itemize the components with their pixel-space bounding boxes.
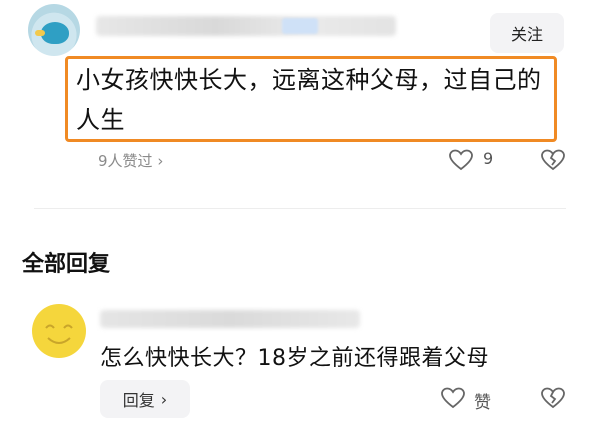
reply-text: 怎么快快长大？18岁之前还得跟着父母 (100, 346, 489, 371)
comment-text: 小女孩快快长大，远离这种父母，过自己的人生 (76, 66, 542, 134)
broken-heart-icon[interactable] (540, 386, 566, 414)
commenter-avatar[interactable] (28, 4, 80, 56)
replies-section-title: 全部回复 (22, 252, 111, 277)
reply-avatar[interactable] (32, 304, 86, 358)
reply-button-label: 回复 (122, 391, 155, 410)
avatar-bird-shape (41, 22, 69, 44)
chevron-right-icon: › (157, 152, 164, 170)
section-divider (34, 208, 566, 209)
reply-button[interactable]: 回复 › (100, 380, 190, 418)
follow-button[interactable]: 关注 (490, 13, 564, 53)
liked-by-text: 9人赞过 (98, 152, 153, 170)
liked-by-link[interactable]: 9人赞过 › (98, 150, 163, 171)
commenter-name-blurred (96, 16, 396, 36)
like-count: 9 (483, 149, 494, 168)
avatar-beak-shape (35, 30, 45, 36)
smiley-face-icon (45, 324, 73, 344)
reply-author-blurred (100, 310, 360, 328)
commenter-badge-blurred (282, 18, 318, 34)
heart-icon[interactable] (448, 148, 474, 176)
heart-icon[interactable] (440, 386, 466, 414)
broken-heart-icon[interactable] (540, 148, 566, 176)
chevron-right-icon: › (160, 389, 168, 409)
like-label[interactable]: 赞 (474, 388, 491, 413)
